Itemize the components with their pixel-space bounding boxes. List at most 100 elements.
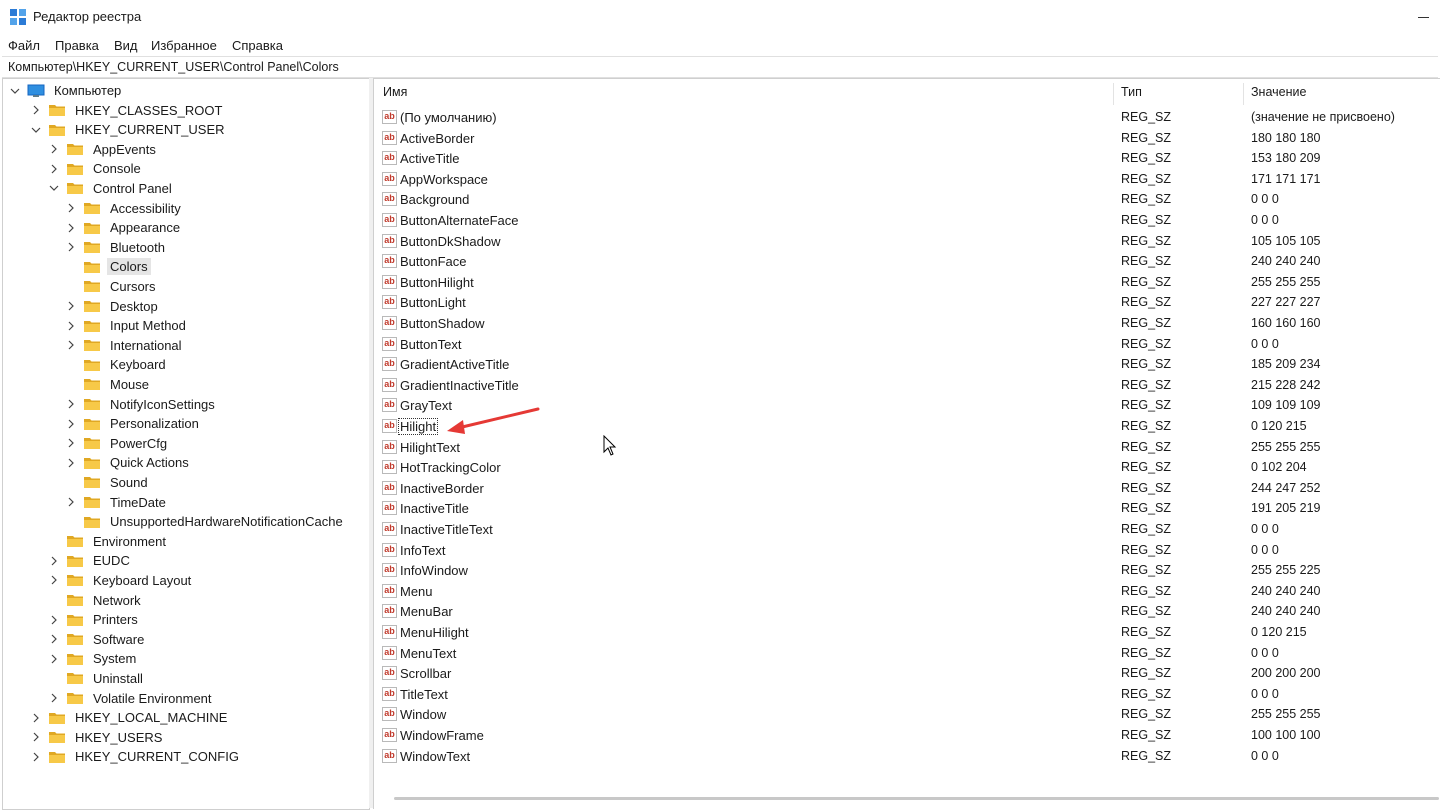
value-row[interactable]: ab HotTrackingColor REG_SZ 0 102 204 — [380, 457, 1436, 477]
tree-item-label[interactable]: HKEY_CURRENT_USER — [72, 121, 228, 138]
tree-item-label[interactable]: Volatile Environment — [90, 690, 215, 707]
chevron-right-icon[interactable] — [65, 202, 77, 214]
tree-item[interactable]: PowerCfg — [65, 434, 170, 453]
address-path[interactable]: Компьютер\HKEY_CURRENT_USER\Control Pane… — [8, 60, 339, 74]
tree-item[interactable]: HKEY_CLASSES_ROOT — [30, 101, 225, 120]
chevron-right-icon[interactable] — [48, 633, 60, 645]
chevron-right-icon[interactable] — [65, 437, 77, 449]
chevron-right-icon[interactable] — [65, 457, 77, 469]
tree-item-label[interactable]: HKEY_CLASSES_ROOT — [72, 102, 225, 119]
value-name[interactable]: Background — [400, 192, 469, 207]
value-name[interactable]: GradientActiveTitle — [400, 357, 509, 372]
value-name[interactable]: Window — [400, 707, 446, 722]
tree-item[interactable]: Console — [48, 159, 144, 178]
value-name[interactable]: ActiveTitle — [400, 151, 459, 166]
value-row[interactable]: ab ButtonAlternateFace REG_SZ 0 0 0 — [380, 210, 1436, 230]
value-row[interactable]: ab InfoText REG_SZ 0 0 0 — [380, 540, 1436, 560]
value-name[interactable]: ActiveBorder — [400, 131, 474, 146]
value-name[interactable]: InactiveBorder — [400, 481, 484, 496]
value-name[interactable]: Hilight — [397, 418, 439, 435]
value-name[interactable]: WindowText — [400, 749, 470, 764]
value-row[interactable]: ab MenuBar REG_SZ 240 240 240 — [380, 601, 1436, 621]
chevron-right-icon[interactable] — [65, 496, 77, 508]
tree-item-label[interactable]: Bluetooth — [107, 239, 168, 256]
tree-item-label[interactable]: International — [107, 337, 185, 354]
chevron-right-icon[interactable] — [48, 614, 60, 626]
chevron-right-icon[interactable] — [65, 241, 77, 253]
tree-item[interactable]: EUDC — [48, 551, 133, 570]
value-name[interactable]: ButtonFace — [400, 254, 467, 269]
value-row[interactable]: ab MenuHilight REG_SZ 0 120 215 — [380, 622, 1436, 642]
chevron-down-icon[interactable] — [48, 182, 60, 194]
tree-item[interactable]: Sound — [65, 473, 151, 492]
key-tree[interactable]: Компьютер HKEY_CLASSES_ROOT HKEY_CURRENT_… — [2, 78, 370, 810]
tree-item[interactable]: Network — [48, 591, 144, 610]
tree-item[interactable]: Personalization — [65, 414, 202, 433]
value-name[interactable]: GrayText — [400, 398, 452, 413]
tree-item[interactable]: Colors — [65, 257, 151, 276]
value-name[interactable]: MenuText — [400, 646, 456, 661]
value-name[interactable]: ButtonShadow — [400, 316, 485, 331]
value-name[interactable]: AppWorkspace — [400, 172, 488, 187]
value-name[interactable]: ButtonAlternateFace — [400, 213, 519, 228]
tree-item-label[interactable]: Input Method — [107, 317, 189, 334]
tree-item-label[interactable]: Control Panel — [90, 180, 175, 197]
tree-item-label[interactable]: Accessibility — [107, 200, 184, 217]
chevron-down-icon[interactable] — [30, 124, 42, 136]
tree-item[interactable]: Control Panel — [48, 179, 175, 198]
menu-favorites[interactable]: Избранное — [151, 38, 217, 53]
tree-item[interactable]: Keyboard Layout — [48, 571, 194, 590]
chevron-right-icon[interactable] — [65, 222, 77, 234]
chevron-right-icon[interactable] — [48, 692, 60, 704]
tree-item[interactable]: Mouse — [65, 375, 152, 394]
tree-item[interactable]: NotifyIconSettings — [65, 395, 218, 414]
value-name[interactable]: InfoText — [400, 543, 446, 558]
value-row[interactable]: ab InactiveTitle REG_SZ 191 205 219 — [380, 498, 1436, 518]
chevron-right-icon[interactable] — [30, 104, 42, 116]
chevron-right-icon[interactable] — [65, 339, 77, 351]
tree-item-label[interactable]: Printers — [90, 611, 141, 628]
tree-item-label[interactable]: System — [90, 650, 139, 667]
value-name[interactable]: HilightText — [400, 440, 460, 455]
tree-item-label[interactable]: Network — [90, 592, 144, 609]
value-name[interactable]: Menu — [400, 584, 433, 599]
value-row[interactable]: ab ButtonShadow REG_SZ 160 160 160 — [380, 313, 1436, 333]
value-row[interactable]: ab InactiveBorder REG_SZ 244 247 252 — [380, 478, 1436, 498]
tree-item-label[interactable]: Appearance — [107, 219, 183, 236]
tree-item[interactable]: HKEY_CURRENT_USER — [30, 120, 228, 139]
tree-item[interactable]: Quick Actions — [65, 453, 192, 472]
tree-item-label[interactable]: Sound — [107, 474, 151, 491]
value-name[interactable]: HotTrackingColor — [400, 460, 501, 475]
tree-item[interactable]: System — [48, 649, 139, 668]
menu-file[interactable]: Файл — [8, 38, 40, 53]
tree-item-label[interactable]: AppEvents — [90, 141, 159, 158]
tree-item-label[interactable]: EUDC — [90, 552, 133, 569]
tree-item-label[interactable]: UnsupportedHardwareNotificationCache — [107, 513, 346, 530]
tree-item-label[interactable]: HKEY_USERS — [72, 729, 165, 746]
tree-item[interactable]: HKEY_USERS — [30, 728, 165, 747]
value-name[interactable]: GradientInactiveTitle — [400, 378, 519, 393]
value-row[interactable]: ab GrayText REG_SZ 109 109 109 — [380, 395, 1436, 415]
value-row[interactable]: ab Menu REG_SZ 240 240 240 — [380, 581, 1436, 601]
value-row[interactable]: ab Scrollbar REG_SZ 200 200 200 — [380, 663, 1436, 683]
tree-item[interactable]: Bluetooth — [65, 238, 168, 257]
tree-item[interactable]: Printers — [48, 610, 141, 629]
value-name[interactable]: ButtonDkShadow — [400, 234, 500, 249]
value-row[interactable]: ab InactiveTitleText REG_SZ 0 0 0 — [380, 519, 1436, 539]
column-header-value[interactable]: Значение — [1251, 85, 1306, 99]
minimize-button[interactable] — [1410, 6, 1440, 28]
chevron-right-icon[interactable] — [65, 320, 77, 332]
value-row[interactable]: ab TitleText REG_SZ 0 0 0 — [380, 684, 1436, 704]
value-row[interactable]: ab GradientActiveTitle REG_SZ 185 209 234 — [380, 354, 1436, 374]
value-name[interactable]: InfoWindow — [400, 563, 468, 578]
tree-item-label[interactable]: TimeDate — [107, 494, 169, 511]
value-row[interactable]: ab ButtonFace REG_SZ 240 240 240 — [380, 251, 1436, 271]
value-name[interactable]: MenuBar — [400, 604, 453, 619]
value-row[interactable]: ab WindowFrame REG_SZ 100 100 100 — [380, 725, 1436, 745]
chevron-right-icon[interactable] — [30, 751, 42, 763]
tree-item[interactable]: Software — [48, 630, 147, 649]
tree-item[interactable]: Volatile Environment — [48, 689, 215, 708]
tree-item-label[interactable]: Keyboard Layout — [90, 572, 194, 589]
value-name[interactable]: ButtonText — [400, 337, 461, 352]
chevron-right-icon[interactable] — [65, 300, 77, 312]
